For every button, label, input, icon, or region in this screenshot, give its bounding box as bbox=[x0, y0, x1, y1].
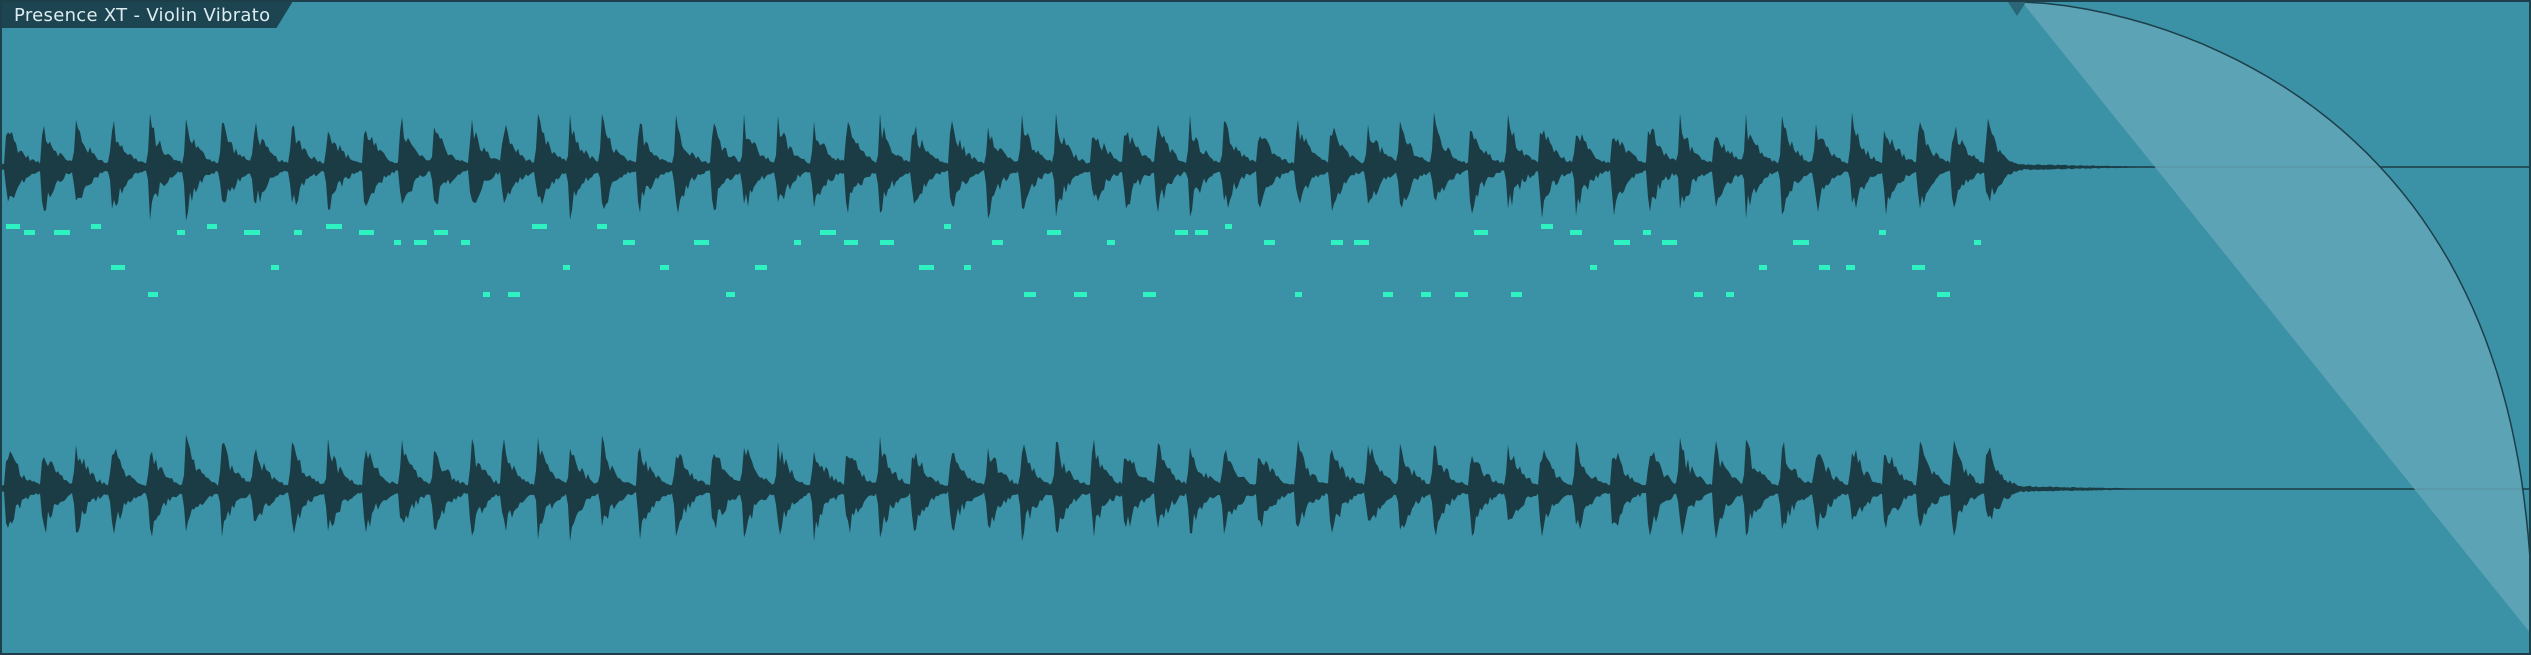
midi-note bbox=[1614, 240, 1630, 245]
midi-note bbox=[1195, 230, 1208, 235]
midi-note bbox=[1074, 292, 1087, 297]
midi-note bbox=[244, 230, 260, 235]
midi-note bbox=[623, 240, 635, 245]
midi-note bbox=[919, 265, 934, 270]
midi-note bbox=[177, 230, 185, 235]
midi-note bbox=[1759, 265, 1767, 270]
midi-note bbox=[1643, 230, 1651, 235]
midi-note bbox=[207, 224, 217, 229]
midi-note bbox=[726, 292, 735, 297]
midi-note bbox=[1590, 265, 1597, 270]
midi-note bbox=[1383, 292, 1393, 297]
midi-note bbox=[414, 240, 427, 245]
midi-note bbox=[91, 224, 101, 229]
midi-note bbox=[1264, 240, 1275, 245]
midi-note bbox=[1354, 240, 1369, 245]
midi-note bbox=[1455, 292, 1468, 297]
midi-note bbox=[794, 240, 801, 245]
midi-note bbox=[1726, 292, 1734, 297]
midi-note bbox=[1474, 230, 1488, 235]
midi-note bbox=[271, 265, 279, 270]
midi-note bbox=[1879, 230, 1886, 235]
midi-note bbox=[694, 240, 709, 245]
midi-note bbox=[1570, 230, 1582, 235]
midi-note bbox=[755, 265, 767, 270]
midi-note bbox=[1541, 224, 1553, 229]
midi-note bbox=[1331, 240, 1343, 245]
midi-note bbox=[483, 292, 490, 297]
midi-note bbox=[1793, 240, 1809, 245]
midi-note bbox=[326, 224, 342, 229]
midi-note bbox=[597, 224, 607, 229]
midi-note bbox=[148, 292, 158, 297]
midi-note bbox=[992, 240, 1003, 245]
midi-note bbox=[294, 230, 302, 235]
event-title: Presence XT - Violin Vibrato bbox=[14, 4, 271, 26]
midi-note bbox=[820, 230, 836, 235]
midi-note bbox=[563, 265, 570, 270]
midi-note bbox=[660, 265, 669, 270]
midi-note bbox=[394, 240, 401, 245]
event-title-tab[interactable]: Presence XT - Violin Vibrato bbox=[2, 2, 292, 28]
waveform-channel-right bbox=[2, 434, 2182, 542]
midi-note bbox=[1974, 240, 1981, 245]
midi-note bbox=[1937, 292, 1950, 297]
midi-note bbox=[24, 230, 35, 235]
midi-note bbox=[532, 224, 547, 229]
midi-note bbox=[1912, 265, 1925, 270]
midi-note bbox=[1846, 265, 1855, 270]
midi-note bbox=[1175, 230, 1188, 235]
midi-note bbox=[359, 230, 374, 235]
midi-note bbox=[434, 230, 448, 235]
fade-out-curve[interactable] bbox=[2021, 2, 2531, 636]
midi-note bbox=[1511, 292, 1522, 297]
midi-note bbox=[844, 240, 858, 245]
midi-note bbox=[1421, 292, 1431, 297]
midi-note bbox=[1143, 292, 1156, 297]
midi-note bbox=[964, 265, 971, 270]
midi-note bbox=[880, 240, 894, 245]
midi-note bbox=[1819, 265, 1830, 270]
midi-note bbox=[944, 224, 951, 229]
midi-note bbox=[111, 265, 125, 270]
midi-note bbox=[1047, 230, 1061, 235]
midi-note bbox=[1107, 240, 1115, 245]
midi-note bbox=[1225, 224, 1232, 229]
midi-note bbox=[1295, 292, 1302, 297]
midi-note bbox=[461, 240, 470, 245]
midi-note bbox=[6, 224, 20, 229]
midi-note bbox=[54, 230, 70, 235]
midi-note bbox=[508, 292, 520, 297]
midi-notes-layer bbox=[6, 224, 1981, 297]
midi-note bbox=[1662, 240, 1677, 245]
waveform-display[interactable] bbox=[2, 2, 2531, 655]
midi-note bbox=[1024, 292, 1036, 297]
audio-event[interactable]: Presence XT - Violin Vibrato bbox=[0, 0, 2531, 655]
fade-handle-icon[interactable] bbox=[2008, 2, 2026, 16]
midi-note bbox=[1694, 292, 1703, 297]
